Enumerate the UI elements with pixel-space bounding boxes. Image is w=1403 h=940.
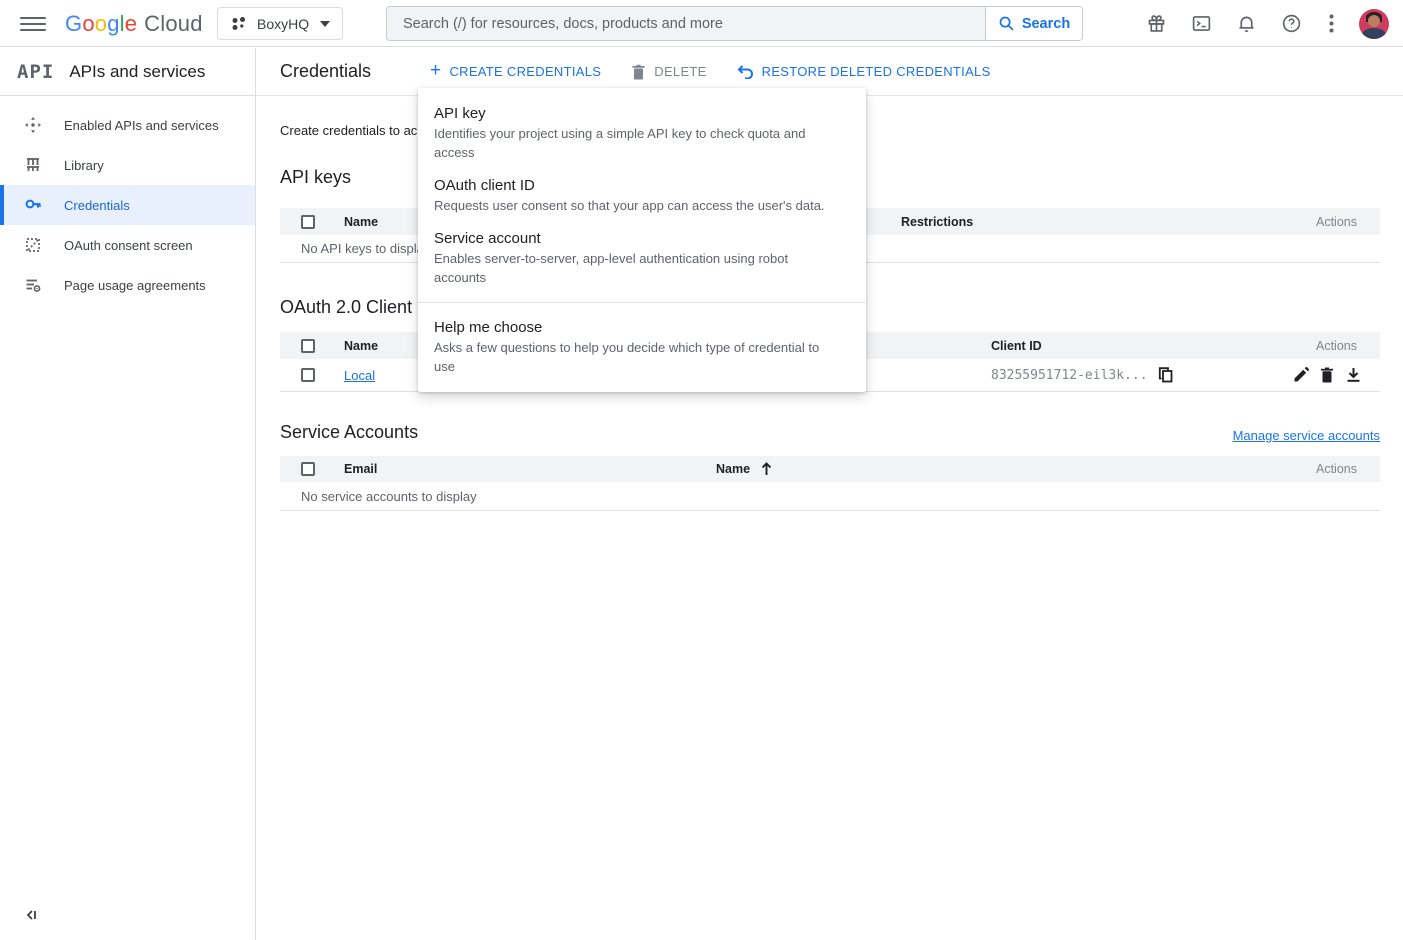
topbar-icons: [1144, 0, 1389, 47]
search-button[interactable]: Search: [985, 7, 1082, 40]
name-label: Name: [716, 462, 750, 476]
logo-cloud-text: Cloud: [144, 11, 202, 37]
search-button-label: Search: [1022, 16, 1070, 32]
column-header-name[interactable]: Name: [716, 462, 1316, 476]
search-icon: [998, 15, 1015, 32]
menu-item-description: Requests user consent so that your app c…: [434, 196, 842, 215]
library-icon: [24, 156, 42, 174]
page-title: Credentials: [280, 61, 371, 82]
sidebar-item-label: Library: [64, 158, 104, 173]
delete-label: DELETE: [654, 64, 706, 79]
menu-item-service-account[interactable]: Service account Enables server-to-server…: [418, 222, 866, 294]
help-icon[interactable]: [1279, 12, 1303, 36]
download-icon[interactable]: [1344, 366, 1362, 384]
menu-item-title: Help me choose: [434, 318, 842, 338]
copy-icon[interactable]: [1158, 367, 1174, 383]
client-name-link[interactable]: Local: [344, 368, 375, 383]
collapse-sidebar-icon[interactable]: [24, 907, 42, 925]
enabled-apis-icon: [24, 116, 42, 134]
google-cloud-logo: Google Cloud: [65, 0, 203, 47]
select-all-checkbox[interactable]: [301, 215, 315, 229]
sort-asc-icon: [760, 462, 774, 476]
trash-icon: [631, 64, 646, 80]
service-accounts-table: Email Name Actions No service accounts t…: [280, 456, 1380, 511]
gift-icon[interactable]: [1144, 12, 1168, 36]
sidebar-item-label: OAuth consent screen: [64, 238, 193, 253]
top-bar: Google Cloud BoxyHQ Search: [0, 0, 1403, 47]
column-header-actions: Actions: [1316, 215, 1380, 229]
create-credentials-menu: API key Identifies your project using a …: [418, 88, 866, 392]
menu-item-title: OAuth client ID: [434, 176, 842, 196]
menu-item-description: Asks a few questions to help you decide …: [434, 338, 842, 376]
menu-item-oauth-client-id[interactable]: OAuth client ID Requests user consent so…: [418, 169, 866, 222]
menu-item-title: API key: [434, 104, 842, 124]
agreements-icon: [24, 276, 42, 294]
project-name: BoxyHQ: [257, 16, 309, 32]
service-accounts-heading: Service Accounts: [280, 422, 418, 443]
cloud-shell-icon[interactable]: [1189, 12, 1213, 36]
menu-item-description: Enables server-to-server, app-level auth…: [434, 249, 842, 287]
undo-icon: [737, 64, 754, 79]
column-header-actions: Actions: [1316, 462, 1380, 476]
logo-letter: e: [125, 11, 137, 37]
toolbar: + CREATE CREDENTIALS DELETE: [430, 62, 991, 81]
sidebar-item-library[interactable]: Library: [0, 145, 255, 185]
sidebar-item-enabled-apis[interactable]: Enabled APIs and services: [0, 105, 255, 145]
column-header-email: Email: [344, 462, 716, 476]
sidebar: API APIs and services Enabled APIs and s…: [0, 48, 256, 940]
select-all-checkbox[interactable]: [301, 339, 315, 353]
logo-letter: o: [95, 11, 107, 37]
chevron-down-icon: [320, 21, 330, 27]
more-icon[interactable]: [1324, 12, 1338, 36]
column-header-restrictions: Restrictions: [901, 215, 1316, 229]
sidebar-item-label: Enabled APIs and services: [64, 118, 219, 133]
sidebar-item-page-usage[interactable]: Page usage agreements: [0, 265, 255, 305]
select-all-checkbox[interactable]: [301, 462, 315, 476]
api-product-icon: API: [17, 61, 54, 83]
logo-letter: o: [82, 11, 94, 37]
create-credentials-button[interactable]: + CREATE CREDENTIALS: [430, 62, 601, 81]
client-id-value: 83255951712-eil3k...: [991, 368, 1148, 383]
row-checkbox[interactable]: [301, 368, 315, 382]
avatar[interactable]: [1359, 9, 1389, 39]
manage-service-accounts-link[interactable]: Manage service accounts: [1233, 428, 1380, 443]
plus-icon: +: [430, 61, 441, 80]
consent-screen-icon: [24, 236, 42, 254]
key-icon: [24, 196, 42, 214]
sidebar-item-oauth-consent[interactable]: OAuth consent screen: [0, 225, 255, 265]
sidebar-header: API APIs and services: [0, 48, 255, 96]
notifications-icon[interactable]: [1234, 12, 1258, 36]
global-search: Search: [386, 6, 1083, 41]
menu-item-description: Identifies your project using a simple A…: [434, 124, 842, 162]
delete-icon[interactable]: [1318, 366, 1336, 384]
delete-button: DELETE: [631, 64, 706, 80]
sidebar-item-credentials[interactable]: Credentials: [0, 185, 255, 225]
create-credentials-label: CREATE CREDENTIALS: [449, 64, 601, 79]
project-icon: [230, 15, 248, 33]
row-actions: [1292, 366, 1380, 384]
menu-icon[interactable]: [20, 11, 46, 37]
service-accounts-table-header: Email Name Actions: [280, 456, 1380, 482]
logo-letter: G: [65, 11, 82, 37]
sidebar-item-label: Page usage agreements: [64, 278, 206, 293]
logo-letter: g: [107, 11, 119, 37]
sidebar-title: APIs and services: [69, 62, 205, 82]
restore-deleted-credentials-button[interactable]: RESTORE DELETED CREDENTIALS: [737, 64, 991, 79]
menu-item-api-key[interactable]: API key Identifies your project using a …: [418, 97, 866, 169]
edit-icon[interactable]: [1292, 366, 1310, 384]
sidebar-nav: Enabled APIs and services Library: [0, 96, 255, 305]
project-selector[interactable]: BoxyHQ: [217, 7, 343, 40]
sidebar-item-label: Credentials: [64, 198, 130, 213]
service-accounts-empty-state: No service accounts to display: [280, 482, 1380, 511]
column-header-actions: Actions: [1316, 339, 1380, 353]
restore-label: RESTORE DELETED CREDENTIALS: [762, 64, 991, 79]
column-header-client-id: Client ID: [991, 339, 1316, 353]
menu-item-title: Service account: [434, 229, 842, 249]
menu-divider: [418, 302, 866, 303]
menu-item-help-me-choose[interactable]: Help me choose Asks a few questions to h…: [418, 311, 866, 383]
search-input[interactable]: [387, 7, 985, 40]
